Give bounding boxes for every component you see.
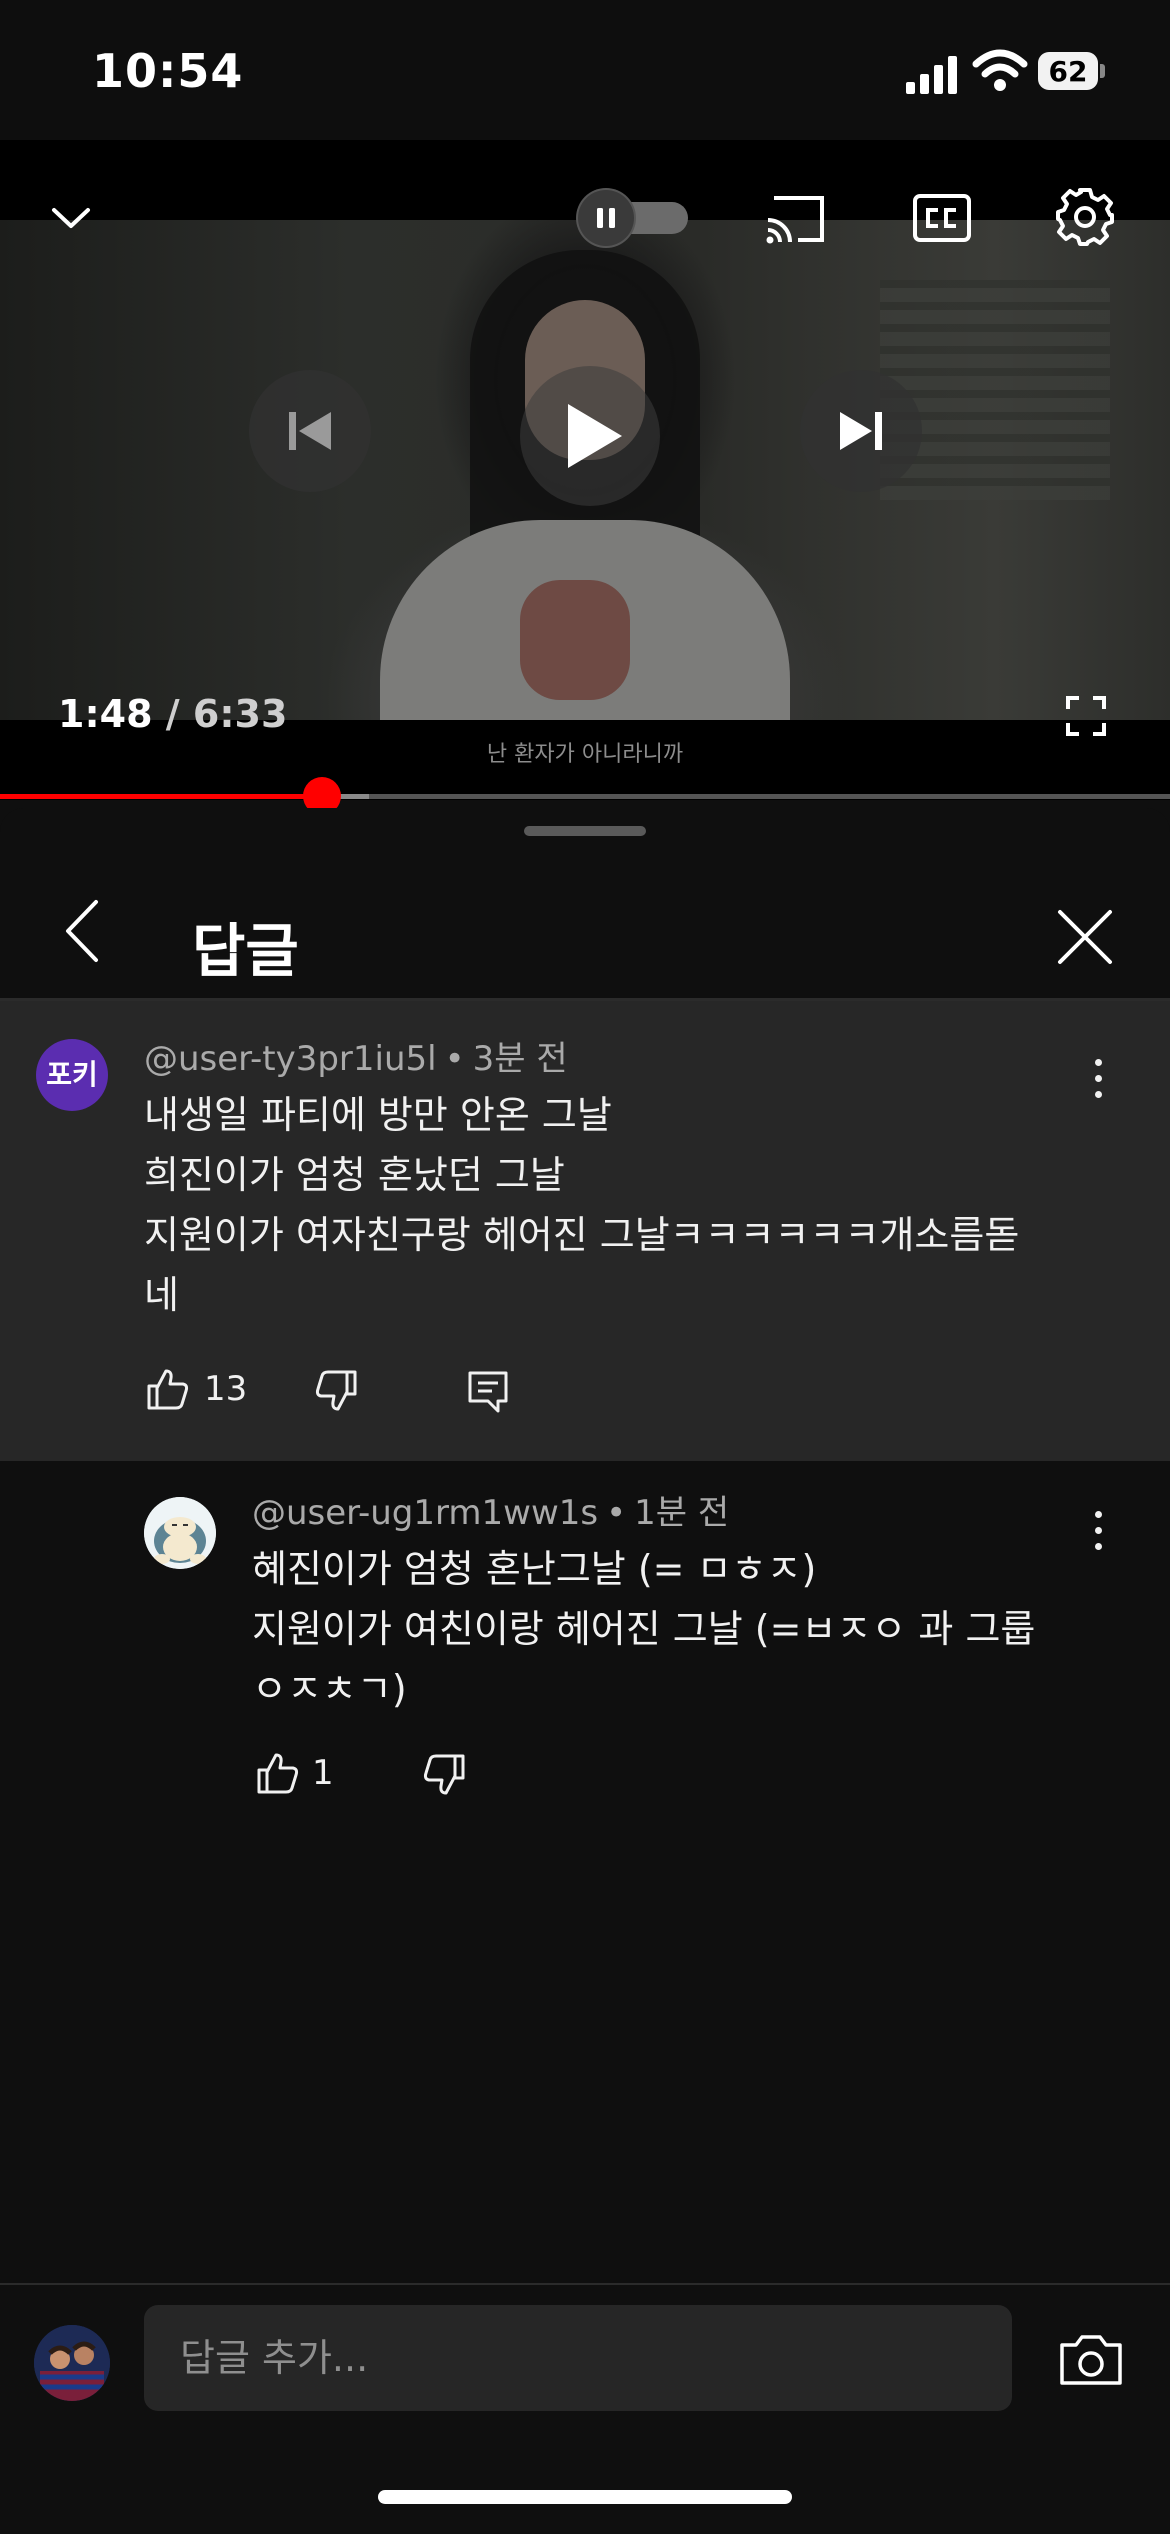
comment-line: 혜진이가 엄청 혼난그날 (= ㅁㅎㅈ)	[252, 1547, 817, 1591]
reply-input[interactable]	[144, 2305, 1012, 2411]
comment-author[interactable]: @user-ty3pr1iu5l	[144, 1039, 437, 1079]
video-player[interactable]: 1:48 / 6:33 난 환자가 아니라니까	[0, 140, 1170, 815]
wifi-icon	[972, 49, 1028, 91]
comment-line: 내생일 파티에 방만 안온 그날	[144, 1093, 612, 1137]
comment-time: 3분 전	[472, 1039, 568, 1079]
cast-icon[interactable]	[764, 190, 828, 246]
play-button[interactable]	[520, 366, 660, 506]
user-avatar-icon	[34, 2325, 110, 2401]
battery-indicator: 62	[1038, 52, 1108, 92]
panel-title: 답글	[192, 917, 299, 985]
battery-level: 62	[1048, 55, 1088, 88]
skip-next-icon	[840, 412, 882, 450]
video-timecode: 1:48 / 6:33	[58, 692, 287, 736]
snorlax-avatar-icon	[144, 1497, 216, 1569]
back-arrow-icon[interactable]	[54, 896, 114, 966]
skip-previous-icon	[289, 412, 331, 450]
status-bar: 10:54 62	[0, 0, 1170, 140]
comment-line: 네	[144, 1273, 179, 1317]
comment-more-options-icon[interactable]	[1078, 1507, 1118, 1557]
parent-comment: 포키 @user-ty3pr1iu5l • 3분 전 내생일 파티에 방만 안온 그…	[0, 1001, 1170, 1461]
comment-line: 지원이가 여친이랑 헤어진 그날 (=ㅂㅈㅇ 과 그룹	[252, 1607, 1036, 1651]
avatar[interactable]	[144, 1497, 216, 1569]
time-separator: /	[165, 692, 180, 736]
comment-meta: @user-ty3pr1iu5l • 3분 전	[144, 1039, 568, 1079]
close-icon[interactable]	[1054, 906, 1116, 968]
comment-time: 1분 전	[634, 1493, 730, 1533]
settings-gear-icon[interactable]	[1054, 186, 1116, 248]
comment-line: ㅇㅈㅊㄱ)	[252, 1667, 407, 1711]
drag-handle[interactable]	[524, 826, 646, 836]
progress-bar[interactable]	[0, 777, 1170, 815]
next-video-button[interactable]	[800, 370, 922, 492]
avatar[interactable]: 포키	[36, 1039, 108, 1111]
cellular-signal-icon	[906, 56, 957, 94]
comment-line: 지원이가 여자친구랑 헤어진 그날ㅋㅋㅋㅋㅋㅋ개소름돋	[144, 1213, 1020, 1257]
comment-more-options-icon[interactable]	[1078, 1055, 1118, 1105]
replies-panel: 답글 포키 @user-ty3pr1iu5l • 3분 전 내생일 파티에 방만 안…	[0, 808, 1170, 2532]
minimize-chevron-down-icon[interactable]	[46, 194, 96, 244]
closed-captions-icon[interactable]	[912, 190, 972, 246]
status-time: 10:54	[92, 44, 244, 98]
like-count: 13	[204, 1369, 248, 1409]
previous-video-button[interactable]	[249, 370, 371, 492]
play-icon	[568, 404, 622, 468]
like-thumbs-up-icon[interactable]	[146, 1367, 190, 1411]
pause-icon	[597, 208, 615, 228]
played-bar	[0, 794, 322, 799]
comment-body: 내생일 파티에 방만 안온 그날 희진이가 엄청 혼났던 그날 지원이가 여자친…	[144, 1085, 1019, 1325]
panel-header: 답글	[0, 848, 1170, 998]
like-count: 1	[312, 1753, 334, 1793]
comment-line: 희진이가 엄청 혼났던 그날	[144, 1153, 565, 1197]
comment-meta: @user-ug1rm1ww1s • 1분 전	[252, 1493, 730, 1533]
reply-comment-icon[interactable]	[466, 1369, 510, 1413]
video-subtitle: 난 환자가 아니라니까	[486, 742, 684, 767]
like-thumbs-up-icon[interactable]	[256, 1751, 300, 1795]
reply-comment: @user-ug1rm1ww1s • 1분 전 혜진이가 엄청 혼난그날 (= ㅁㅎ…	[0, 1461, 1170, 1841]
dislike-thumbs-down-icon[interactable]	[422, 1753, 466, 1797]
current-time: 1:48	[58, 692, 153, 736]
comment-actions: 1	[256, 1747, 496, 1807]
duration: 6:33	[192, 692, 288, 736]
camera-icon[interactable]	[1058, 2333, 1124, 2387]
fullscreen-icon[interactable]	[1066, 696, 1106, 736]
comment-actions: 13	[146, 1363, 546, 1423]
dislike-thumbs-down-icon[interactable]	[314, 1369, 358, 1413]
comment-body: 혜진이가 엄청 혼난그날 (= ㅁㅎㅈ) 지원이가 여친이랑 헤어진 그날 (=…	[252, 1539, 1035, 1719]
home-indicator[interactable]	[378, 2490, 792, 2504]
avatar[interactable]	[34, 2325, 110, 2401]
comment-author[interactable]: @user-ug1rm1ww1s	[252, 1493, 598, 1533]
autoplay-toggle[interactable]	[578, 190, 690, 246]
